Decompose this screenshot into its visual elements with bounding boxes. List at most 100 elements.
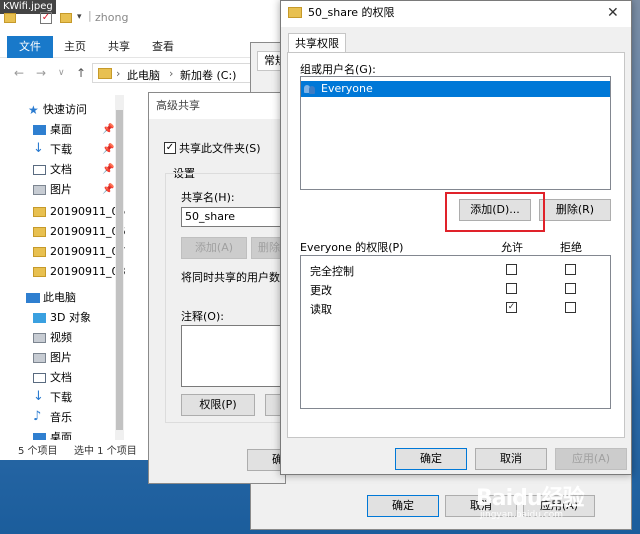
nav-label: 此电脑 xyxy=(43,291,76,304)
ribbon-tabs: 文件 主页 共享 查看 xyxy=(0,36,290,58)
nav-item-videos[interactable]: 视频 xyxy=(0,328,128,348)
highlight-box xyxy=(445,192,545,232)
comment-textarea[interactable] xyxy=(181,325,285,387)
nav-label: 下载 xyxy=(50,143,72,156)
nav-label: 文档 xyxy=(50,163,72,176)
nav-item-desktop-pc[interactable]: 桌面 xyxy=(0,428,128,440)
desktop-icon xyxy=(33,125,46,135)
deny-change-checkbox[interactable] xyxy=(565,283,576,294)
allow-change-checkbox[interactable] xyxy=(506,283,517,294)
share-name-field[interactable]: 50_share xyxy=(181,207,285,227)
folder-icon xyxy=(33,247,46,257)
nav-item-pictures[interactable]: 图片 📌 xyxy=(0,180,128,200)
list-item-everyone[interactable]: Everyone xyxy=(301,81,610,97)
nav-item-folder[interactable]: 20190911_06 xyxy=(0,222,128,242)
tab-view[interactable]: 查看 xyxy=(152,36,174,58)
share-permissions-dialog: 50_share 的权限 ✕ 共享权限 组或用户名(G): Everyone 添… xyxy=(280,0,632,475)
breadcrumb-drive[interactable]: 新加卷 (C:) xyxy=(180,67,236,83)
history-dropdown-icon[interactable]: ∨ xyxy=(58,68,65,78)
nav-item-documents-pc[interactable]: 文档 xyxy=(0,368,128,388)
nav-label: 快速访问 xyxy=(43,103,87,116)
up-arrow-icon[interactable]: ↑ xyxy=(76,66,86,80)
folder-icon[interactable] xyxy=(4,13,16,23)
nav-label: 图片 xyxy=(50,183,72,196)
document-icon xyxy=(33,373,46,383)
nav-item-desktop[interactable]: 桌面 📌 xyxy=(0,120,128,140)
share-folder-label: 共享此文件夹(S) xyxy=(179,142,261,155)
apply-button[interactable]: 应用(A) xyxy=(555,448,627,470)
tab-home[interactable]: 主页 xyxy=(64,36,86,58)
nav-item-downloads[interactable]: ↓ 下载 📌 xyxy=(0,140,128,160)
dropdown-icon[interactable]: ▾ xyxy=(77,12,82,22)
pin-icon: 📌 xyxy=(102,184,115,195)
tab-file[interactable]: 文件 xyxy=(7,36,53,58)
folder-icon xyxy=(33,227,46,237)
properties-icon[interactable]: ✓ xyxy=(40,12,52,24)
nav-item-folder[interactable]: 20190911_08 xyxy=(0,262,128,282)
add-share-button[interactable]: 添加(A) xyxy=(181,237,247,259)
remove-user-button[interactable]: 删除(R) xyxy=(539,199,611,221)
star-icon: ★ xyxy=(28,103,39,117)
props-ok-button[interactable]: 确定 xyxy=(367,495,439,517)
nav-label: 下载 xyxy=(50,391,72,404)
video-icon xyxy=(33,333,46,343)
download-icon: ↓ xyxy=(33,389,44,404)
nav-label: 桌面 xyxy=(50,431,72,440)
nav-item-3d-objects[interactable]: 3D 对象 xyxy=(0,308,128,328)
nav-label: 音乐 xyxy=(50,411,72,424)
tab-share[interactable]: 共享 xyxy=(108,36,130,58)
deny-read-checkbox[interactable] xyxy=(565,302,576,313)
forward-arrow-icon[interactable]: → xyxy=(36,66,46,80)
advanced-sharing-dialog: 高级共享 ✓ 共享此文件夹(S) 设置 共享名(H): 50_share 添加(… xyxy=(148,92,291,484)
computer-icon xyxy=(26,293,40,303)
folder-icon xyxy=(33,267,46,277)
permissions-button[interactable]: 权限(P) xyxy=(181,394,255,416)
permission-name: 更改 xyxy=(310,284,332,297)
permissions-header: Everyone 的权限(P) xyxy=(300,241,404,254)
folder-icon xyxy=(98,68,112,79)
ok-button[interactable]: 确定 xyxy=(395,448,467,470)
folder-icon xyxy=(288,7,302,18)
users-icon xyxy=(304,84,317,94)
allow-read-checkbox[interactable]: ✓ xyxy=(506,302,517,313)
permission-name: 完全控制 xyxy=(310,265,354,278)
allow-full-control-checkbox[interactable] xyxy=(506,264,517,275)
nav-label: 图片 xyxy=(50,351,72,364)
scrollbar-thumb[interactable] xyxy=(116,110,123,430)
watermark-logo: Baidu经验 xyxy=(476,486,585,511)
nav-quick-access[interactable]: ★ 快速访问 xyxy=(0,100,128,120)
group-users-label: 组或用户名(G): xyxy=(300,63,376,76)
document-icon xyxy=(33,165,46,175)
new-folder-icon[interactable] xyxy=(60,13,72,23)
nav-item-folder[interactable]: 20190911_05 xyxy=(0,202,128,222)
pin-icon: 📌 xyxy=(102,164,115,175)
deny-full-control-checkbox[interactable] xyxy=(565,264,576,275)
nav-item-folder[interactable]: 20190911_07 xyxy=(0,242,128,262)
dialog-title-bar: 50_share 的权限 ✕ xyxy=(281,1,631,27)
nav-item-downloads-pc[interactable]: ↓ 下载 xyxy=(0,388,128,408)
cancel-button[interactable]: 取消 xyxy=(475,448,547,470)
allow-header: 允许 xyxy=(501,241,523,254)
breadcrumb-this-pc[interactable]: 此电脑 xyxy=(127,67,160,83)
comment-label: 注释(O): xyxy=(181,310,224,323)
explorer-title-bar: KWifi.jpeg ✓ ▾ | zhong xyxy=(0,0,290,26)
music-icon: ♪ xyxy=(33,409,42,424)
window-title: zhong xyxy=(95,11,129,24)
desktop-icon xyxy=(33,433,46,440)
chevron-right-icon: › xyxy=(169,67,174,80)
nav-item-pictures-pc[interactable]: 图片 xyxy=(0,348,128,368)
chevron-right-icon: › xyxy=(116,67,121,80)
cube-icon xyxy=(33,313,46,323)
pin-icon: 📌 xyxy=(102,124,115,135)
tab-share-permissions[interactable]: 共享权限 xyxy=(288,33,346,53)
nav-item-documents[interactable]: 文档 📌 xyxy=(0,160,128,180)
deny-header: 拒绝 xyxy=(560,241,582,254)
nav-item-music[interactable]: ♪ 音乐 xyxy=(0,408,128,428)
back-arrow-icon[interactable]: ← xyxy=(14,66,24,80)
nav-this-pc[interactable]: 此电脑 xyxy=(0,288,128,308)
selected-count: 选中 1 个项目 xyxy=(74,446,137,457)
share-folder-checkbox[interactable]: ✓ xyxy=(164,142,176,154)
close-icon[interactable]: ✕ xyxy=(607,1,619,25)
picture-icon xyxy=(33,353,46,363)
navigation-pane: ★ 快速访问 桌面 📌 ↓ 下载 📌 文档 📌 图片 📌 20190911_05 xyxy=(0,95,128,445)
